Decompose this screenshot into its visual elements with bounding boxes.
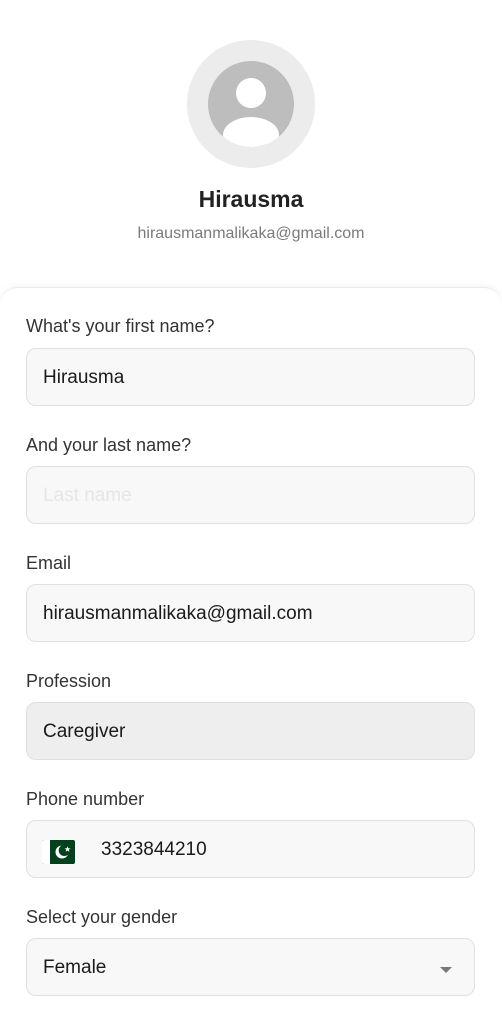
first-name-field[interactable]: Hirausma [26, 348, 475, 406]
profile-header: Hirausma hirausmanmalikaka@gmail.com [0, 0, 502, 290]
profession-value: Caregiver [43, 721, 126, 742]
gender-value: Female [43, 957, 107, 978]
gender-select[interactable]: Female [26, 938, 475, 996]
phone-label: Phone number [26, 789, 145, 809]
last-name-label: And your last name? [26, 435, 192, 455]
first-name-value: Hirausma [43, 367, 125, 388]
first-name-label: What's your first name? [26, 316, 215, 336]
pakistan-flag-icon[interactable] [42, 840, 75, 864]
profile-email: hirausmanmalikaka@gmail.com [137, 225, 365, 242]
chevron-down-icon[interactable] [440, 967, 452, 973]
avatar[interactable] [187, 40, 315, 168]
profession-field[interactable]: Caregiver [26, 702, 475, 760]
last-name-field[interactable]: Last name [26, 466, 475, 524]
user-placeholder-icon [208, 61, 294, 147]
phone-value: 3323844210 [101, 839, 207, 860]
email-value: hirausmanmalikaka@gmail.com [43, 603, 313, 624]
phone-field[interactable]: 3323844210 [26, 820, 475, 878]
email-field[interactable]: hirausmanmalikaka@gmail.com [26, 584, 475, 642]
gender-label: Select your gender [26, 907, 178, 927]
profile-name: Hirausma [198, 186, 304, 212]
profession-label: Profession [26, 671, 112, 691]
last-name-placeholder: Last name [43, 485, 132, 506]
email-label: Email [26, 553, 72, 573]
profile-form: What's your first name? Hirausma And you… [0, 287, 502, 1025]
